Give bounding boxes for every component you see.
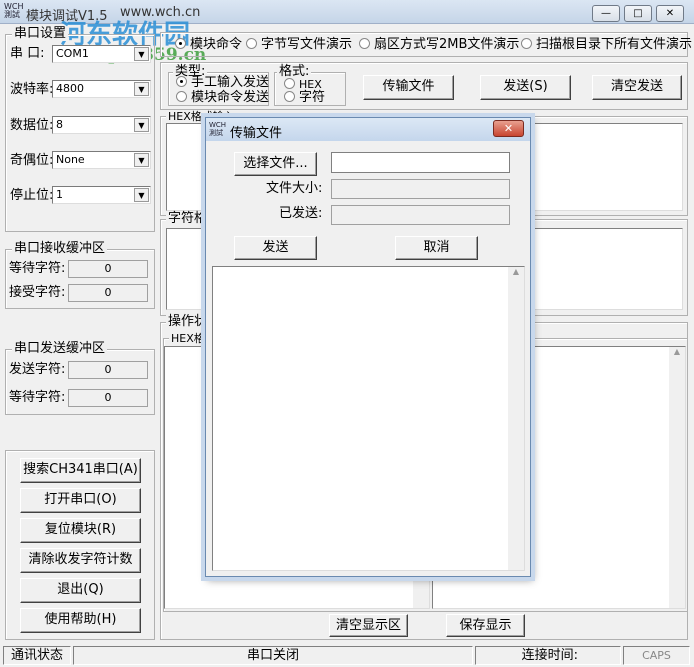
reset-module-button[interactable]: 复位模块(R) (20, 518, 141, 543)
recv-accept-label: 接受字符: (9, 285, 66, 300)
send-wait-value: 0 (68, 389, 148, 407)
send-buffer-label: 串口发送缓冲区 (12, 341, 108, 356)
parity-select[interactable]: None ▼ (52, 151, 151, 169)
scrollbar[interactable]: ▲ (508, 267, 524, 570)
data-bits-label: 数据位: (10, 118, 54, 133)
clear-send-button[interactable]: 清空发送 (592, 75, 682, 100)
sent-label: 已发送: (279, 206, 323, 221)
maximize-button[interactable]: □ (624, 5, 652, 22)
type-radio-module-cmd[interactable]: 模块命令发送 (176, 90, 269, 106)
parity-label: 奇偶位: (10, 153, 54, 168)
data-bits-select[interactable]: 8 ▼ (52, 116, 151, 134)
port-state: 串口关闭 (73, 646, 473, 665)
parity-value: None (56, 153, 85, 166)
help-button[interactable]: 使用帮助(H) (20, 608, 141, 633)
dialog-title: 传输文件 (230, 126, 283, 141)
mode-radio-byte-write[interactable]: 字节写文件演示 (246, 37, 352, 53)
chevron-down-icon[interactable]: ▼ (134, 153, 149, 167)
transfer-file-dialog: WCH 測試 传输文件 ✕ 选择文件... 文件大小: 已发送: 发送 取消 ▲ (205, 117, 531, 577)
baud-label: 波特率: (10, 82, 54, 97)
save-display-button[interactable]: 保存显示 (446, 614, 525, 637)
clear-count-button[interactable]: 清除收发字符计数 (20, 548, 141, 573)
baud-select[interactable]: 4800 ▼ (52, 80, 151, 98)
mode-radio-sector-write[interactable]: 扇区方式写2MB文件演示 (359, 37, 519, 53)
app-icon: WCH 測試 (209, 121, 227, 137)
file-size-label: 文件大小: (266, 181, 323, 196)
dialog-close-button[interactable]: ✕ (493, 120, 524, 137)
type-radio-manual[interactable]: 手工输入发送 (176, 75, 269, 91)
port-select[interactable]: COM1 ▼ (52, 45, 151, 63)
port-value: COM1 (56, 47, 89, 60)
file-path-input[interactable] (331, 152, 510, 173)
dialog-send-button[interactable]: 发送 (234, 236, 317, 260)
mode-radio-module-cmd[interactable]: 模块命令 (175, 37, 242, 53)
recv-wait-label: 等待字符: (9, 261, 66, 276)
comm-status: 通讯状态 (3, 646, 71, 665)
clear-display-button[interactable]: 清空显示区 (329, 614, 408, 637)
open-port-button[interactable]: 打开串口(O) (20, 488, 141, 513)
chevron-down-icon[interactable]: ▼ (134, 82, 149, 96)
serial-settings-label: 串口设置 (12, 26, 69, 41)
stop-bits-value: 1 (56, 188, 63, 201)
port-label: 串 口: (10, 46, 45, 61)
sent-value (331, 205, 510, 225)
file-size-value (331, 179, 510, 199)
data-bits-value: 8 (56, 118, 63, 131)
connection-time: 连接时间: (475, 646, 621, 665)
chevron-down-icon[interactable]: ▼ (134, 118, 149, 132)
recv-wait-value: 0 (68, 260, 148, 278)
send-button[interactable]: 发送(S) (480, 75, 571, 100)
dialog-title-bar: WCH 測試 传输文件 ✕ (206, 118, 530, 141)
recv-accept-value: 0 (68, 284, 148, 302)
dialog-log-textarea[interactable]: ▲ (212, 266, 525, 571)
send-sent-label: 发送字符: (9, 362, 66, 377)
app-icon: WCH 測試 (4, 2, 24, 19)
stop-bits-label: 停止位: (10, 188, 54, 203)
mode-radio-scan-root[interactable]: 扫描根目录下所有文件演示 (521, 37, 692, 53)
select-file-button[interactable]: 选择文件... (234, 152, 317, 176)
send-sent-value: 0 (68, 361, 148, 379)
transfer-file-button[interactable]: 传输文件 (363, 75, 454, 100)
close-button[interactable]: ✕ (656, 5, 684, 22)
caps-indicator: CAPS (623, 646, 690, 665)
stop-bits-select[interactable]: 1 ▼ (52, 186, 151, 204)
scrollbar[interactable]: ▲ (669, 347, 685, 608)
chevron-down-icon[interactable]: ▼ (134, 47, 149, 61)
search-ch341-button[interactable]: 搜索CH341串口(A) (20, 458, 141, 483)
dialog-cancel-button[interactable]: 取消 (395, 236, 478, 260)
format-radio-char[interactable]: 字符 (284, 90, 325, 106)
exit-button[interactable]: 退出(Q) (20, 578, 141, 603)
send-wait-label: 等待字符: (9, 390, 66, 405)
minimize-button[interactable]: — (592, 5, 620, 22)
chevron-down-icon[interactable]: ▼ (134, 188, 149, 202)
baud-value: 4800 (56, 82, 84, 95)
recv-buffer-label: 串口接收缓冲区 (12, 241, 108, 256)
